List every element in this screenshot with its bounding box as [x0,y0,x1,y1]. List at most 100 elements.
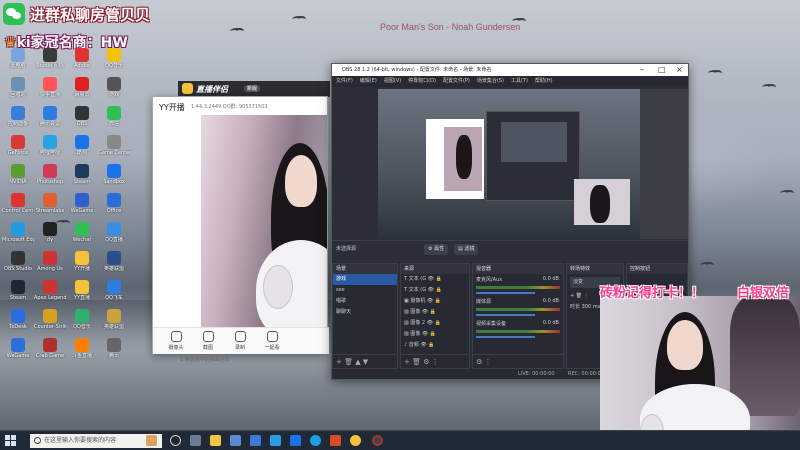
yy-tool-camera[interactable]: 摄像头 [161,331,191,351]
desktop-icon[interactable]: 游戏 [98,77,130,98]
scene-item[interactable]: 聊聊天 [333,307,397,318]
desktop-icon[interactable]: YY直播 [66,280,98,301]
desktop-icon[interactable]: Counter-Strike [34,309,66,330]
taskbar-search-input[interactable]: 在这里输入你要搜索的内容 [30,434,162,448]
scenes-dock-toolbar[interactable]: + 🗑 ▲ ▼ [333,354,397,368]
obs-menu-item[interactable]: 工具(T) [511,78,528,84]
store-icon[interactable] [250,435,261,446]
source-item[interactable]: T 文本 (G 👁 🔒 [401,274,469,285]
desktop-icon[interactable]: WeGame [66,193,98,214]
desktop-icon[interactable]: 腾讯会议 [34,106,66,127]
file-explorer-icon[interactable] [210,435,221,446]
desktop-icon[interactable]: Among Us [34,251,66,272]
obs-preview-canvas[interactable] [378,89,640,239]
app-icon[interactable] [290,435,301,446]
desktop-icon[interactable]: YY开播 [66,251,98,272]
desktop-icon[interactable]: Steam [2,280,34,301]
scene-item[interactable]: 唱歌 [333,296,397,307]
app-icon [11,48,25,62]
task-view-icon[interactable] [170,435,181,446]
source-item[interactable]: T 文本 (G 👁 🔒 [401,285,469,296]
scene-item[interactable]: 游戏 [333,274,397,285]
desktop-icon[interactable]: Apex Legends [34,280,66,301]
properties-button[interactable]: ⚙ 属性 [424,244,449,255]
desktop-icon[interactable]: 微信 [98,106,130,127]
desktop-icon[interactable]: 斗鱼直播 [66,338,98,359]
volume-slider[interactable] [476,336,535,338]
desktop-icon[interactable]: QQ直播 [98,222,130,243]
sources-dock-toolbar[interactable]: + 🗑 ⚙ ⋮ [401,354,469,368]
desktop-icon[interactable]: Game Center [98,135,130,156]
mixer-channel[interactable]: 视频采集设备 0.0 dB [473,318,563,340]
obs-menu-item[interactable]: 帮助(H) [535,78,553,84]
desktop-icon[interactable]: Studio 图标 [34,48,66,69]
desktop-icon[interactable]: 哔哩哔哩 [34,135,66,156]
source-item[interactable]: ▣ 摄像机 👁 🔒 [401,296,469,307]
source-item[interactable]: ▨ 图像 👁 🔒 [401,329,469,340]
desktop-icon[interactable]: WeGame [2,338,34,359]
app-icon[interactable] [270,435,281,446]
desktop-icon[interactable]: Steam [66,164,98,185]
desktop-icon[interactable]: dy [34,222,66,243]
obs-menu-item[interactable]: 编辑(E) [360,78,377,84]
yy-tool-watch-together[interactable]: 一起看 [257,331,287,351]
desktop-icon[interactable]: Photoshop [34,164,66,185]
desktop-icon[interactable]: QQ飞车 [98,280,130,301]
scene-item[interactable]: see [333,285,397,296]
office-icon[interactable] [330,435,341,446]
app-icon [43,338,57,352]
desktop-icon[interactable]: Microsoft Edge [2,222,34,243]
desktop-icon[interactable]: Office [98,193,130,214]
source-item[interactable]: ▨ 图像 2 👁 🔒 [401,318,469,329]
desktop-icon[interactable]: Sandbox [98,164,130,185]
desktop-icon[interactable]: OBS Studio [2,251,34,272]
desktop-icon[interactable]: 回收站 [2,77,34,98]
close-button[interactable]: × [676,64,683,76]
yy-tool-screenshot[interactable]: 截图 [193,331,223,351]
edge-icon[interactable] [310,435,321,446]
yy-tool-record[interactable]: 录制 [225,331,255,351]
maximize-button[interactable]: □ [658,64,666,76]
desktop-icon[interactable]: 英雄联盟 [98,251,130,272]
desktop-icon[interactable]: 快手直播 [34,77,66,98]
source-item[interactable]: ♪ 音频 👁 🔒 [401,340,469,351]
mixer-channel[interactable]: 媒体源 0.0 dB [473,296,563,318]
desktop-icon[interactable]: 网易云 [66,77,98,98]
desktop-icon[interactable]: Wechat [66,222,98,243]
obs-menu-item[interactable]: 文件(F) [336,78,353,84]
mixer-channel[interactable]: 麦克风/Aux 0.0 dB [473,274,563,296]
yy-taskbar-icon[interactable] [350,435,361,446]
desktop-icon[interactable]: Crab Game [34,338,66,359]
obs-menu-item[interactable]: 停靠窗口(D) [408,78,436,84]
yy-window[interactable]: YY开播 1.44.3.2449 QQ群: 905371503 摄像头 截图 录… [152,96,329,354]
minimize-button[interactable]: – [640,64,644,76]
widgets-icon[interactable] [190,435,201,446]
desktop-icon[interactable]: OBS [66,106,98,127]
obs-menu-item[interactable]: 配置文件(P) [443,78,470,84]
desktop-icon[interactable]: 腾讯 [98,338,130,359]
mixer-dock-toolbar[interactable]: ⚙ ⋮ [473,354,563,368]
desktop-icon[interactable]: ToDesk [2,309,34,330]
desktop-icon[interactable]: QQ音乐 [66,309,98,330]
volume-slider[interactable] [476,292,535,294]
source-item[interactable]: ▨ 图像 👁 🔒 [401,307,469,318]
desktop-icon[interactable]: 此电脑 [2,48,34,69]
app-icon [75,106,89,120]
volume-slider[interactable] [476,314,535,316]
desktop-icon[interactable]: 酷狗 [66,135,98,156]
desktop-icon[interactable]: NVIDIA [2,164,34,185]
desktop-icon[interactable]: 英雄联盟 [98,309,130,330]
windows-start-icon[interactable] [5,435,16,446]
desktop-icon[interactable]: Control Center [2,193,34,214]
desktop-icon-label: QQ直播 [105,237,123,243]
desktop-icon[interactable]: 控制面板 [2,106,34,127]
obs-menu-item[interactable]: 场景集合(S) [477,78,504,84]
desktop-icon[interactable]: QQ音乐 [98,48,130,69]
filters-button[interactable]: ▤ 滤镜 [454,244,479,255]
desktop-icon[interactable]: GeForce [2,135,34,156]
obs-taskbar-icon[interactable] [372,435,383,446]
mail-icon[interactable] [230,435,241,446]
obs-menu-item[interactable]: 视图(V) [384,78,401,84]
desktop-icon[interactable]: Adobe [66,48,98,69]
desktop-icon[interactable]: Streamlabs [34,193,66,214]
